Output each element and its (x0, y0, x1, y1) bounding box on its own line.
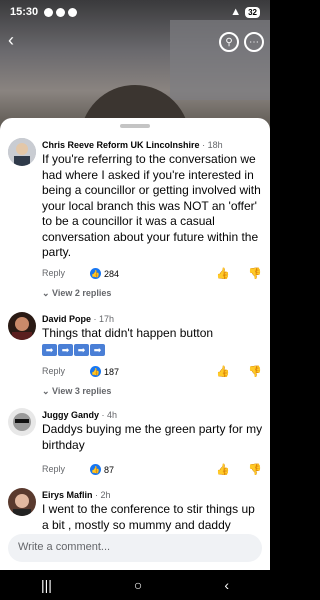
reply-button[interactable]: Reply (42, 464, 65, 474)
avatar[interactable] (8, 488, 36, 516)
like-count-value: 187 (104, 366, 120, 377)
avatar-image (8, 488, 36, 516)
right-arrow-icon: ➡ (42, 344, 57, 356)
comment-actions: Reply 👍 187 👍 👎 (42, 366, 264, 380)
comment-author[interactable]: Juggy Gandy (42, 410, 99, 420)
top-bar: ‹ ⚲ ⋯ (0, 28, 270, 56)
like-count: 👍 284 (90, 268, 119, 279)
view-replies-link[interactable]: ⌄ View 3 replies (42, 386, 111, 397)
more-icon[interactable]: ⋯ (244, 32, 264, 52)
emoji-arrows: ➡ ➡ ➡ ➡ (42, 344, 105, 356)
comment-text: If you're referring to the conversation … (42, 152, 261, 259)
comment-author[interactable]: Chris Reeve Reform UK Lincolnshire (42, 140, 200, 150)
like-count: 👍 187 (90, 366, 119, 377)
comment-time: 2h (100, 490, 111, 500)
comment-actions: Reply 👍 87 👍 👎 (42, 464, 264, 478)
comment-author[interactable]: David Pope (42, 314, 91, 324)
thumbs-up-icon[interactable]: 👍 (216, 365, 230, 378)
status-bar: 15:30 ▲ 32 (0, 0, 270, 24)
like-badge-icon: 👍 (90, 464, 101, 475)
like-count-value: 284 (104, 268, 120, 279)
system-nav-bar: ||| ○ ‹ (0, 570, 270, 600)
comment-author[interactable]: Eirys Maflin (42, 490, 93, 500)
comment-input[interactable]: Write a comment... (8, 534, 262, 562)
recent-apps-icon[interactable]: ||| (41, 577, 52, 593)
right-arrow-icon: ➡ (90, 344, 105, 356)
thumbs-up-icon[interactable]: 👍 (216, 267, 230, 280)
like-badge-icon: 👍 (90, 366, 101, 377)
reply-button[interactable]: Reply (42, 366, 65, 376)
comment-time: 4h (107, 410, 118, 420)
home-icon[interactable]: ○ (134, 577, 142, 593)
photo-icon (56, 7, 66, 17)
view-replies-label: View 2 replies (52, 288, 112, 298)
avatar-image (8, 312, 36, 340)
comment-time: 18h (207, 140, 223, 150)
thumbs-down-icon[interactable]: 👎 (248, 463, 262, 476)
right-arrow-icon: ➡ (58, 344, 73, 356)
avatar[interactable] (8, 408, 36, 436)
facebook-icon (44, 7, 54, 17)
comment-text: I went to the conference to stir things … (42, 502, 255, 532)
comment-header: Chris Reeve Reform UK Lincolnshire · 18h (42, 140, 223, 150)
status-time: 15:30 (10, 6, 39, 18)
thumbs-down-icon[interactable]: 👎 (248, 365, 262, 378)
settings-icon (68, 7, 78, 17)
avatar[interactable] (8, 312, 36, 340)
thumbs-down-icon[interactable]: 👎 (248, 267, 262, 280)
signal-icon: ▲ (230, 6, 242, 18)
comments-sheet: Chris Reeve Reform UK Lincolnshire · 18h… (0, 118, 270, 570)
like-count: 👍 87 (90, 464, 114, 475)
comment-header: Eirys Maflin · 2h (42, 490, 111, 500)
like-badge-icon: 👍 (90, 268, 101, 279)
comment-actions: Reply 👍 284 👍 👎 (42, 268, 264, 282)
comment-time: 17h (99, 314, 115, 324)
view-replies-label: View 3 replies (52, 386, 112, 396)
chevron-left-icon[interactable]: ‹ (8, 30, 14, 51)
comment-text: Things that didn't happen button (42, 326, 214, 340)
reply-button[interactable]: Reply (42, 268, 65, 278)
sheet-drag-handle[interactable] (120, 124, 150, 128)
view-replies-link[interactable]: ⌄ View 2 replies (42, 288, 111, 299)
right-arrow-icon: ➡ (74, 344, 89, 356)
avatar-image (8, 408, 36, 436)
comment-header: David Pope · 17h (42, 314, 115, 324)
back-nav-icon[interactable]: ‹ (224, 577, 229, 593)
notification-icons (44, 7, 78, 17)
avatar-image (8, 138, 36, 166)
avatar[interactable] (8, 138, 36, 166)
thumbs-up-icon[interactable]: 👍 (216, 463, 230, 476)
comment-text: Daddys buying me the green party for my … (42, 422, 263, 452)
comment-header: Juggy Gandy · 4h (42, 410, 118, 420)
like-count-value: 87 (104, 464, 115, 475)
search-icon[interactable]: ⚲ (219, 32, 239, 52)
battery-indicator: 32 (245, 6, 260, 18)
